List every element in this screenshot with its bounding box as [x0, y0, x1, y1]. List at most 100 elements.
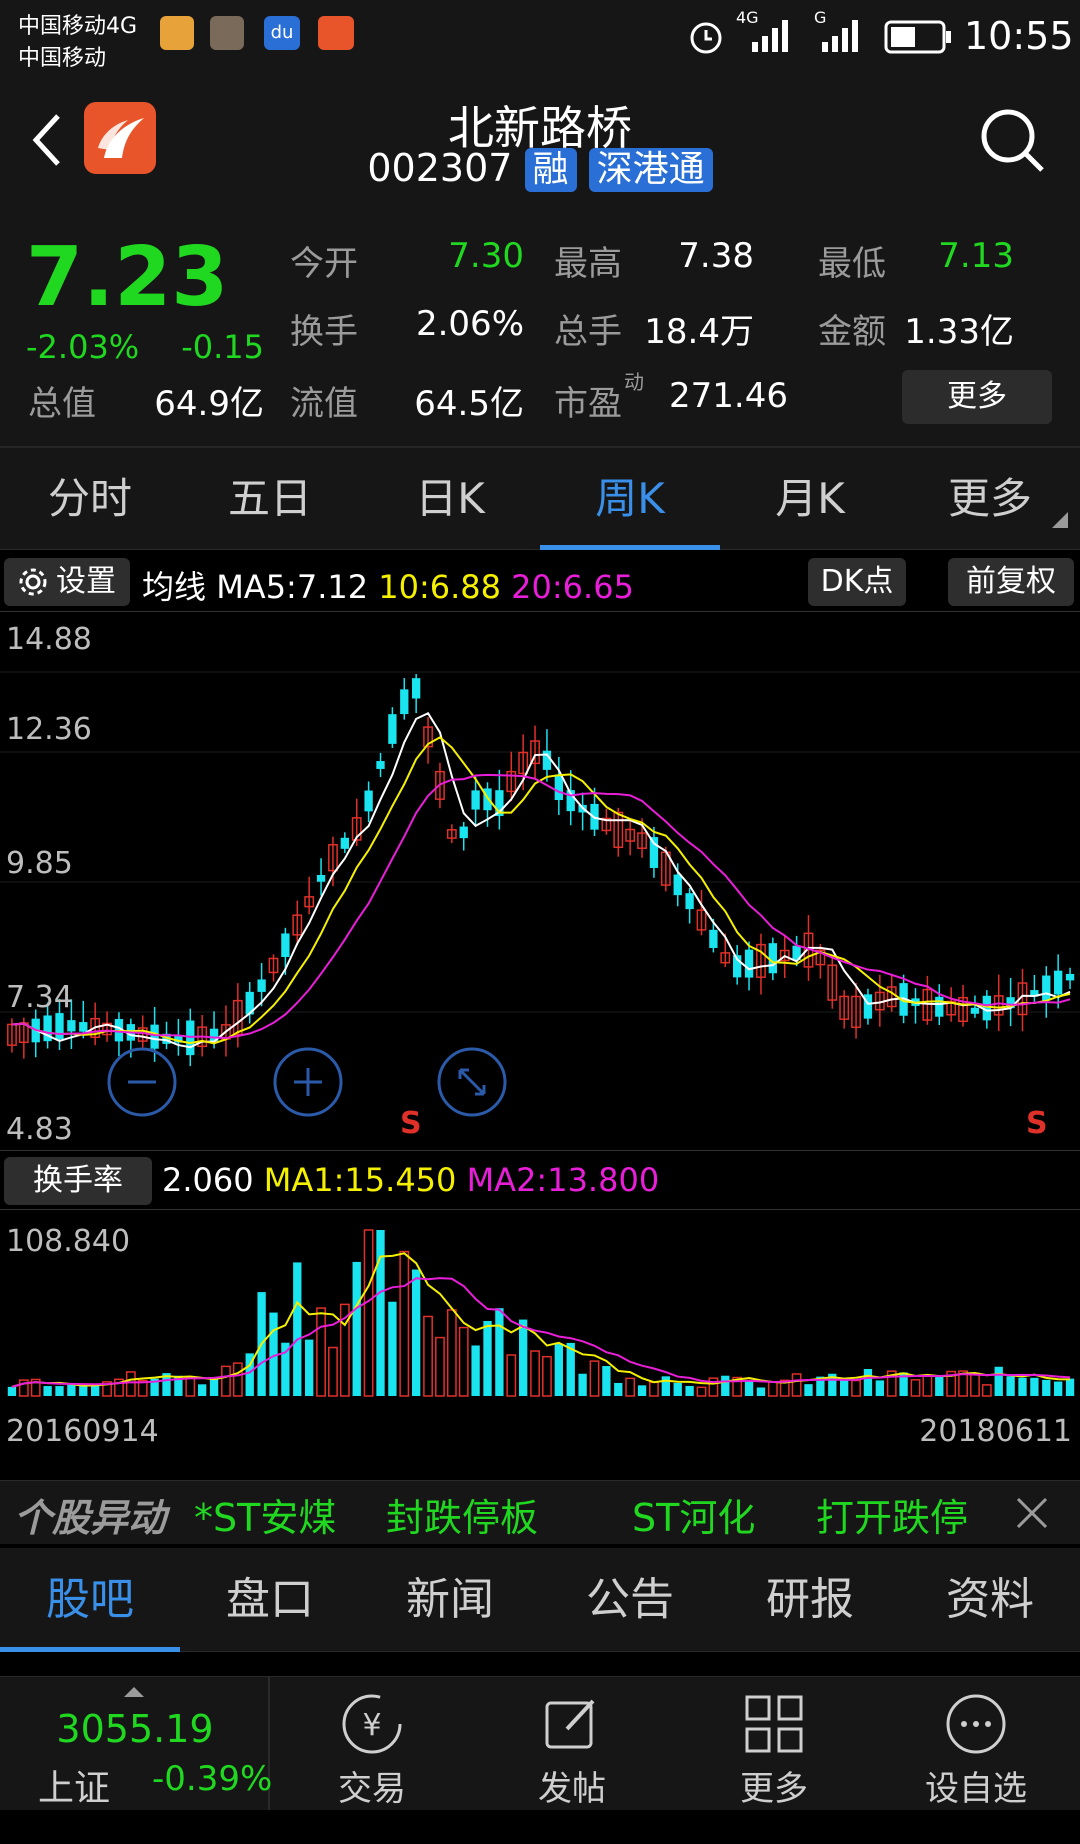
- candle-body: [970, 1007, 980, 1014]
- turnover-button[interactable]: 换手率: [4, 1157, 152, 1205]
- dk-point-button[interactable]: DK点: [808, 558, 906, 606]
- candlestick-chart[interactable]: 14.88 12.36 9.85 7.34 4.83 S S: [0, 612, 1080, 1150]
- ticker-item-4[interactable]: 打开跌停: [816, 1487, 968, 1542]
- trade-icon: ¥: [342, 1694, 402, 1754]
- more-quote-button[interactable]: 更多: [902, 370, 1052, 424]
- turnover-bar: [7, 1386, 17, 1396]
- zoom-out-icon[interactable]: [106, 1046, 178, 1118]
- ma10-line: [11, 736, 1071, 1045]
- ma-bar: 设置 均线 MA5:7.12 10:6.88 20:6.65 DK点 前复权: [0, 552, 1080, 612]
- float-value-label: 流值: [290, 384, 358, 424]
- clock: 10:55: [964, 14, 1074, 58]
- tab-4[interactable]: 月K: [720, 448, 900, 550]
- candle-body: [364, 790, 373, 812]
- settings-label: 设置: [56, 564, 116, 599]
- nav-post-label: 发帖: [538, 1769, 606, 1809]
- turnover-bar: [922, 1375, 933, 1397]
- candle-body: [1054, 970, 1063, 995]
- content-tab-1[interactable]: 盘口: [180, 1548, 360, 1652]
- candle-body: [79, 1022, 88, 1032]
- index-change: -0.39%: [152, 1759, 273, 1799]
- turnover-bar: [293, 1262, 302, 1396]
- baidu-icon: du: [264, 16, 300, 50]
- turnover-bar: [125, 1371, 136, 1397]
- ma20-value: 20:6.65: [511, 568, 634, 606]
- nav-trade-label: 交易: [338, 1769, 406, 1809]
- edit-icon: [545, 1699, 595, 1749]
- nav-trade[interactable]: ¥ 交易: [272, 1677, 472, 1811]
- turnover-bar: [875, 1380, 884, 1396]
- turnover-bar: [696, 1386, 707, 1397]
- ma5-value: MA5:7.12: [216, 568, 369, 606]
- turnover-ma1: MA1:15.450: [263, 1161, 457, 1199]
- turnover-bar: [767, 1381, 778, 1397]
- turnover-bar: [399, 1250, 410, 1397]
- turnover-bar: [649, 1381, 659, 1397]
- turnover-chart[interactable]: 108.840: [0, 1210, 1080, 1400]
- more-tab-corner-icon: [1052, 512, 1068, 528]
- nav-watchlist[interactable]: 设自选: [876, 1677, 1076, 1811]
- turnover-bar: [519, 1319, 528, 1396]
- candle-body: [459, 826, 468, 839]
- ma-label: 均线: [142, 568, 207, 606]
- period-tabs: 分时 五日 日K 周K 月K 更多: [0, 448, 1080, 550]
- turnover-bar: [328, 1346, 338, 1397]
- ticker-item-3[interactable]: ST河化: [632, 1487, 755, 1542]
- turnover-svg: [7, 1229, 1075, 1397]
- stat-label: 最高: [554, 244, 622, 284]
- carrier-2: 中国移动: [18, 46, 107, 71]
- ma-values: 均线 MA5:7.12 10:6.88 20:6.65: [142, 562, 634, 608]
- turnover-values: 2.060 MA1:15.450 MA2:13.800: [162, 1161, 659, 1199]
- content-tab-5[interactable]: 资料: [900, 1548, 1080, 1652]
- turnover-bar: [376, 1230, 385, 1396]
- content-tab-0[interactable]: 股吧: [0, 1548, 180, 1652]
- stock-alert-ticker[interactable]: 个股异动 *ST安煤 封跌停板 ST河化 打开跌停: [0, 1480, 1080, 1544]
- stat-value: 7.13: [938, 236, 1014, 276]
- turnover-bar: [804, 1384, 813, 1396]
- fullscreen-icon[interactable]: [436, 1046, 508, 1118]
- margin-badge: 融: [524, 148, 577, 192]
- y-label-5: 4.83: [6, 1112, 73, 1147]
- zoom-in-icon[interactable]: [272, 1046, 344, 1118]
- current-price: 7.23: [26, 230, 229, 325]
- turnover-bar: [388, 1301, 397, 1396]
- app-notification-icon: [318, 16, 354, 50]
- search-icon[interactable]: [978, 106, 1048, 176]
- candle-body: [388, 714, 397, 744]
- forward-adjust-button[interactable]: 前复权: [948, 558, 1074, 606]
- turnover-bar: [198, 1384, 207, 1396]
- content-tab-3[interactable]: 公告: [540, 1548, 720, 1652]
- candle-body: [281, 933, 290, 958]
- ma5-line: [11, 711, 1071, 1049]
- nav-post[interactable]: 发帖: [472, 1677, 672, 1811]
- quote-panel: 7.23 -2.03% -0.15 今开 7.30 最高 7.38 最低 7.13 换手 2.…: [0, 228, 1080, 448]
- turnover-bar: [721, 1375, 730, 1396]
- tab-5[interactable]: 更多: [900, 448, 1080, 550]
- tab-1[interactable]: 五日: [180, 448, 360, 550]
- turnover-bar: [495, 1308, 504, 1396]
- stock-code: 002307: [367, 146, 513, 190]
- tab-2[interactable]: 日K: [360, 448, 540, 550]
- turnover-bar: [840, 1379, 849, 1396]
- candle-body: [471, 790, 480, 810]
- tab-3[interactable]: 周K: [540, 448, 720, 550]
- pe-label: 市盈: [554, 384, 622, 424]
- candle-body: [768, 943, 777, 974]
- close-icon[interactable]: [1014, 1495, 1050, 1531]
- gear-icon: [19, 568, 47, 596]
- ticker-item-2[interactable]: 封跌停板: [386, 1487, 538, 1542]
- change-pct: -2.03%: [26, 328, 140, 366]
- ticker-item-1[interactable]: *ST安煤: [194, 1487, 336, 1542]
- content-tab-2[interactable]: 新闻: [360, 1548, 540, 1652]
- turnover-bar: [352, 1261, 361, 1396]
- turnover-bar: [185, 1377, 196, 1397]
- turnover-bar: [67, 1384, 76, 1396]
- content-tab-4[interactable]: 研报: [720, 1548, 900, 1652]
- header: 北新路桥 002307 融 深港通: [0, 80, 1080, 228]
- nav-more-label: 更多: [740, 1769, 808, 1809]
- tab-0[interactable]: 分时: [0, 448, 180, 550]
- nav-more[interactable]: 更多: [674, 1677, 874, 1811]
- settings-button[interactable]: 设置: [4, 558, 130, 606]
- index-widget[interactable]: 3055.19 上证 -0.39%: [0, 1677, 273, 1811]
- turnover-bar: [91, 1385, 100, 1396]
